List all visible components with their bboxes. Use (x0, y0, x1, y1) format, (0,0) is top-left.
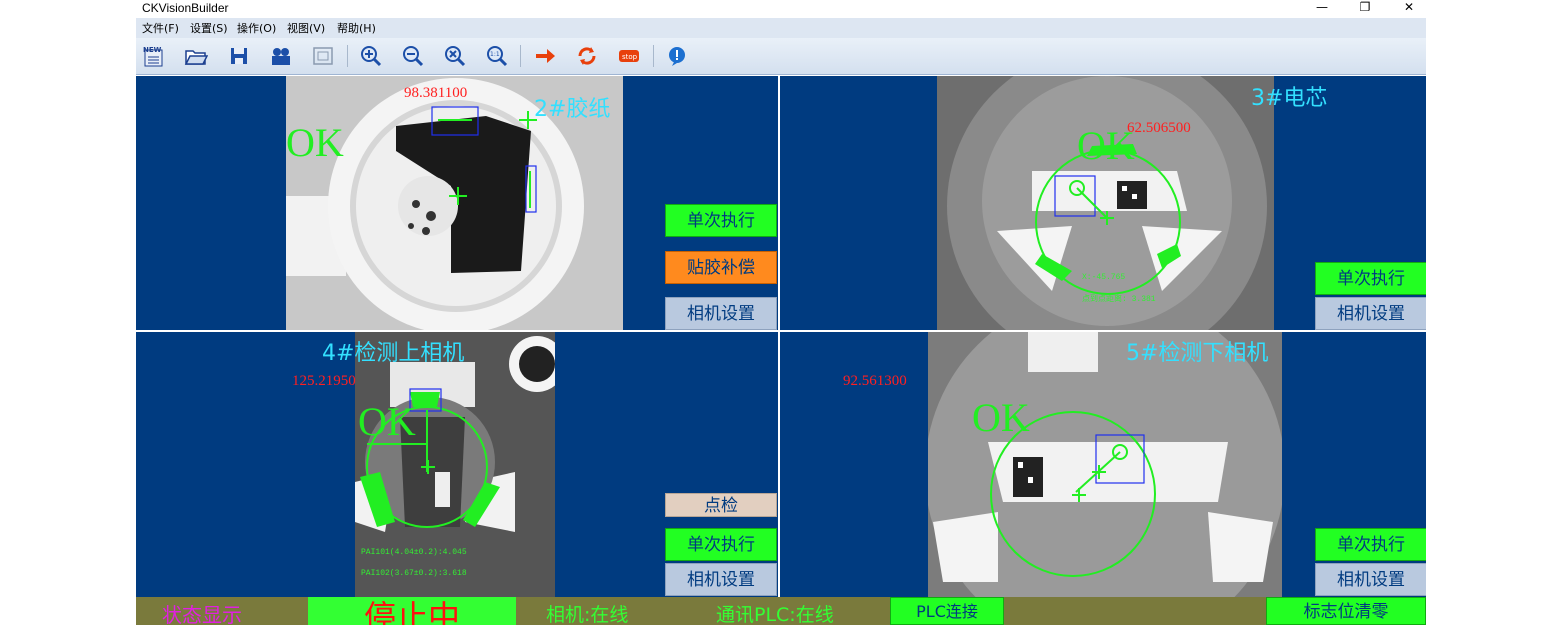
users-icon[interactable] (269, 44, 293, 68)
camera-panel-3: 3#电芯 62.506500 OK X:-45.765 点到点距离: 3.381… (780, 76, 1426, 330)
close-button[interactable]: ✕ (1394, 0, 1424, 17)
measurement-value-3: 62.506500 (1127, 120, 1191, 136)
toolbar-separator (653, 45, 654, 67)
menu-settings[interactable]: 设置(S) (190, 20, 228, 36)
fit-window-icon[interactable] (311, 44, 335, 68)
svg-text:1:1: 1:1 (490, 51, 500, 58)
menu-bar: 文件(F) 设置(S) 操作(O) 视图(V) 帮助(H) (136, 18, 1426, 38)
camera-settings-button-2[interactable]: 相机设置 (665, 297, 777, 330)
info-distance-3: 点到点距离: 3.381 (1082, 295, 1156, 304)
maximize-button[interactable]: ❐ (1350, 0, 1380, 17)
zoom-in-icon[interactable] (359, 44, 383, 68)
help-icon[interactable] (665, 44, 689, 68)
camera-panel-4: 4#检测上相机 125.21950 OK PAI101(4.04±0.2):4.… (136, 332, 778, 597)
run-state-text: 停止中 (363, 598, 460, 625)
menu-operate[interactable]: 操作(O) (237, 20, 276, 36)
svg-text:NEW: NEW (143, 46, 162, 54)
camera-image-4 (355, 332, 555, 597)
minimize-button[interactable]: — (1307, 0, 1337, 17)
toolbar-separator (520, 45, 521, 67)
run-once-button-3[interactable]: 单次执行 (1315, 262, 1426, 295)
save-icon[interactable] (227, 44, 251, 68)
status-display-label: 状态显示 (162, 603, 242, 625)
camera-title-5: 5#检测下相机 (1126, 341, 1269, 366)
camera-title-3: 3#电芯 (1251, 86, 1328, 111)
window-title: CKVisionBuilder (142, 1, 229, 15)
measurement-pai101: PAI101(4.04±0.2):4.045 (361, 548, 467, 557)
camera-panel-5: 5#检测下相机 92.561300 OK 单次执行 相机设置 (780, 332, 1426, 597)
menu-file[interactable]: 文件(F) (142, 20, 179, 36)
result-ok-5: OK (972, 395, 1030, 440)
menu-view[interactable]: 视图(V) (287, 20, 325, 36)
camera-settings-button-4[interactable]: 相机设置 (665, 563, 777, 596)
camera-image-5 (928, 332, 1282, 597)
plc-connect-button[interactable]: PLC连接 (890, 597, 1004, 625)
clear-flags-button[interactable]: 标志位清零 (1266, 597, 1426, 625)
zoom-actual-icon[interactable]: 1:1 (485, 44, 509, 68)
toolbar: NEW 1:1 stop (136, 38, 1426, 75)
zoom-reset-icon[interactable] (443, 44, 467, 68)
camera-settings-button-5[interactable]: 相机设置 (1315, 563, 1426, 596)
run-once-button-5[interactable]: 单次执行 (1315, 528, 1426, 561)
run-once-button-4[interactable]: 单次执行 (665, 528, 777, 561)
stop-icon[interactable]: stop (617, 44, 641, 68)
spot-check-button[interactable]: 点检 (665, 493, 777, 517)
result-ok-2: OK (286, 120, 344, 165)
measurement-value-5: 92.561300 (843, 373, 907, 389)
status-bar: 状态显示 停止中 相机:在线 通讯PLC:在线 PLC连接 标志位清零 (136, 597, 1426, 625)
measurement-pai102: PAI102(3.67±0.2):3.618 (361, 569, 467, 578)
menu-help[interactable]: 帮助(H) (337, 20, 376, 36)
camera-settings-button-3[interactable]: 相机设置 (1315, 297, 1426, 330)
measurement-value-4: 125.21950 (292, 373, 356, 389)
run-arrow-icon[interactable] (533, 44, 557, 68)
new-icon[interactable]: NEW (142, 44, 166, 68)
open-folder-icon[interactable] (184, 44, 209, 68)
result-ok-4: OK (358, 399, 416, 444)
measurement-value-2: 98.381100 (404, 85, 468, 101)
camera-title-4: 4#检测上相机 (322, 341, 465, 366)
title-bar: CKVisionBuilder — ❐ ✕ (136, 0, 1426, 17)
toolbar-separator (347, 45, 348, 67)
result-ok-3: OK (1077, 123, 1135, 168)
plc-status: 通讯PLC:在线 (716, 604, 834, 625)
zoom-out-icon[interactable] (401, 44, 425, 68)
run-state-box: 停止中 (308, 597, 516, 625)
loop-icon[interactable] (575, 44, 599, 68)
app-window: CKVisionBuilder — ❐ ✕ 文件(F) 设置(S) 操作(O) … (136, 0, 1426, 625)
camera-panel-2: 2#胶纸 98.381100 OK 单次执行 贴胶补偿 相机设置 (136, 76, 778, 330)
svg-text:stop: stop (622, 53, 638, 61)
camera-status: 相机:在线 (546, 604, 629, 625)
info-x-3: X:-45.765 (1082, 273, 1126, 282)
camera-image-3 (937, 76, 1274, 330)
run-once-button-2[interactable]: 单次执行 (665, 204, 777, 237)
camera-title-2: 2#胶纸 (534, 97, 611, 122)
tape-compensation-button[interactable]: 贴胶补偿 (665, 251, 777, 284)
